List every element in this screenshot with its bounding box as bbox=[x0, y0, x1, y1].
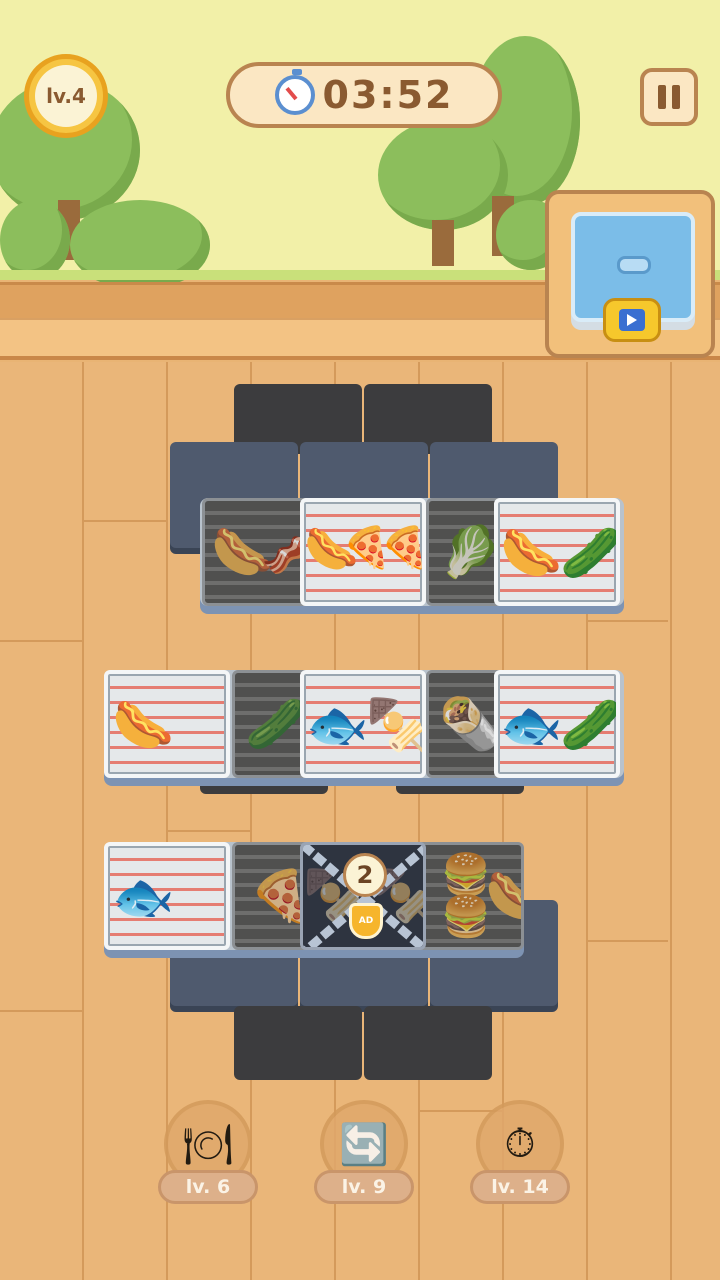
asparagus-icon: 🥒 bbox=[560, 524, 620, 582]
floor-seam bbox=[0, 1010, 84, 1012]
hotdog-icon: 🌭 bbox=[485, 871, 521, 921]
kebab-icon: 🍢 bbox=[366, 696, 426, 754]
locked-grill-cell[interactable]: 🍢 🍢 2 AD bbox=[300, 842, 426, 950]
grill-cell-active[interactable]: 🐟 🍢 bbox=[300, 670, 426, 778]
grill-cell-active[interactable]: 🌭 🍕 🍕 bbox=[300, 498, 426, 606]
booster-utensils[interactable]: 🍽 lv. 6 bbox=[158, 1100, 258, 1206]
booster-freeze[interactable]: ⏱ lv. 14 bbox=[470, 1100, 570, 1206]
fish-icon: 🐟 bbox=[500, 696, 563, 754]
floor-seam bbox=[84, 520, 166, 522]
watch-ad-button[interactable] bbox=[603, 298, 661, 342]
grill-cell-active[interactable]: 🌭 bbox=[104, 670, 230, 778]
grill-cell-active[interactable]: 🐟 bbox=[104, 842, 230, 950]
asparagus-icon: 🥒 bbox=[245, 695, 308, 753]
timer-display: 03:52 bbox=[226, 62, 502, 128]
booster-level: lv. 6 bbox=[158, 1170, 258, 1204]
pizza-icon: 🍕 bbox=[380, 525, 426, 571]
booster-level: lv. 14 bbox=[470, 1170, 570, 1204]
level-badge[interactable]: lv.4 bbox=[24, 54, 108, 138]
tree-canopy bbox=[378, 120, 508, 230]
grill-cell-active[interactable]: 🌭 🥒 bbox=[494, 498, 620, 606]
stopwatch-icon bbox=[274, 69, 315, 115]
hotdog-icon: 🌭 bbox=[112, 696, 175, 754]
pause-button[interactable] bbox=[640, 68, 698, 126]
floor-seam bbox=[586, 940, 668, 942]
wrap-icon: 🌯 bbox=[439, 695, 502, 753]
tree-trunk bbox=[432, 220, 454, 266]
lettuce-icon: 🥬 bbox=[439, 523, 502, 581]
fish-icon: 🐟 bbox=[306, 696, 369, 754]
burger-icon: 🍔 bbox=[441, 852, 491, 898]
freezer-panel[interactable] bbox=[545, 190, 715, 358]
pause-icon bbox=[658, 85, 666, 109]
level-label: lv.4 bbox=[35, 65, 97, 127]
pause-icon bbox=[672, 85, 680, 109]
burger-icon: 🍔 bbox=[441, 894, 491, 940]
hotdog-icon: 🌭 bbox=[500, 524, 563, 582]
floor-seam bbox=[168, 830, 250, 832]
floor-seam bbox=[0, 640, 84, 642]
booster-level: lv. 9 bbox=[314, 1170, 414, 1204]
booster-shuffle[interactable]: 🔄 lv. 9 bbox=[314, 1100, 414, 1206]
grill-cell-active[interactable]: 🐟 🥒 bbox=[494, 670, 620, 778]
video-ad-icon bbox=[619, 309, 645, 331]
tree-canopy bbox=[0, 200, 70, 280]
asparagus-icon: 🥒 bbox=[560, 696, 620, 754]
back-slot bbox=[364, 1006, 492, 1080]
fish-icon: 🐟 bbox=[112, 868, 175, 926]
floor-seam bbox=[586, 620, 668, 622]
ad-unlock-badge[interactable]: AD bbox=[349, 903, 383, 939]
back-slot bbox=[234, 1006, 362, 1080]
timer-text: 03:52 bbox=[322, 73, 454, 117]
lock-count: 2 bbox=[343, 853, 387, 897]
freezer-handle bbox=[617, 256, 651, 274]
